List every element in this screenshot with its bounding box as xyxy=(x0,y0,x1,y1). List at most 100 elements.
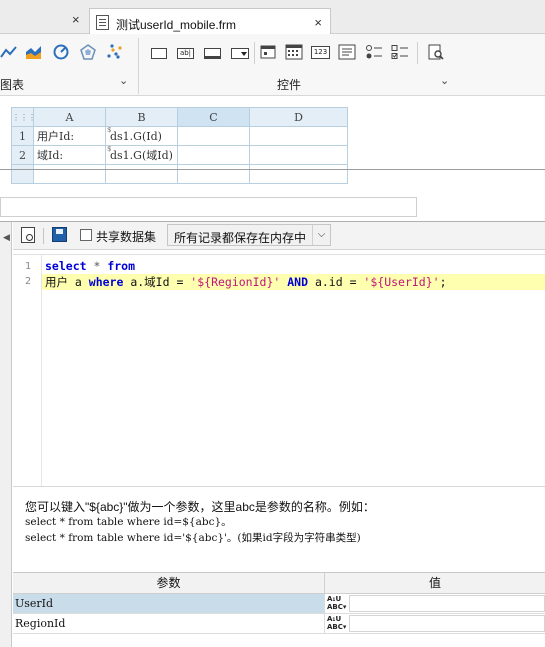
radar-chart-icon[interactable] xyxy=(79,44,97,60)
scatter-chart-icon[interactable] xyxy=(106,44,124,60)
search-widget-icon[interactable] xyxy=(427,44,445,60)
code-token: from xyxy=(107,259,136,273)
type-badge-bottom: ABC▾ xyxy=(327,623,347,631)
calendar-icon[interactable] xyxy=(285,44,303,60)
grid-cell-b2[interactable]: $ ds1.G(域Id) xyxy=(105,145,178,165)
textbox-icon[interactable] xyxy=(204,48,221,59)
tab-title: 测试userId_mobile.frm xyxy=(116,18,237,32)
param-row[interactable]: UserId A₁U ABC▾ xyxy=(13,594,545,614)
grid-cell-d1[interactable] xyxy=(249,126,348,146)
ribbon-group-divider xyxy=(138,38,139,94)
type-badge-top: A₁U xyxy=(327,615,342,623)
formula-mark-icon: $ xyxy=(107,126,112,135)
checkbox-group-icon[interactable] xyxy=(391,44,409,60)
tab-close-button[interactable]: × xyxy=(314,15,322,30)
storage-mode-select[interactable]: 所有记录都保存在内存中 ⌵ xyxy=(167,224,331,246)
text-type-icon[interactable]: A₁U ABC▾ xyxy=(327,615,347,633)
line-number-gutter: 12 xyxy=(13,255,42,487)
dialog-top-border xyxy=(0,169,545,170)
chart-group-expand-icon[interactable]: ⌄ xyxy=(119,74,128,87)
grid-cell[interactable] xyxy=(105,164,178,184)
dataset-name-input[interactable] xyxy=(0,197,417,217)
controls-group-expand-icon[interactable]: ⌄ xyxy=(440,74,449,87)
column-header-selected[interactable]: C xyxy=(177,107,250,127)
grid-cell-d2[interactable] xyxy=(249,145,348,165)
controls-group-label: 控件 xyxy=(277,78,302,92)
dropdown-icon[interactable] xyxy=(231,48,249,59)
ribbon-separator xyxy=(254,42,255,64)
formula-mark-icon: $ xyxy=(107,145,112,154)
code-token: select xyxy=(45,259,87,273)
grid-cell[interactable] xyxy=(177,164,250,184)
number-icon[interactable]: 123 xyxy=(311,46,330,59)
code-line[interactable]: 用户 a where a.域Id = '${RegionId}' AND a.i… xyxy=(42,274,545,290)
area-chart-icon[interactable] xyxy=(25,44,43,60)
parameter-help-panel: 您可以键入"${abc}"做为一个参数，这里abc是参数的名称。例如： sele… xyxy=(13,486,545,572)
code-line[interactable]: select * from xyxy=(45,259,135,273)
grid-cell-a2[interactable]: 域Id: xyxy=(33,145,106,165)
document-tab-bar: × 测试userId_mobile.frm × xyxy=(0,0,545,35)
grid-cell[interactable] xyxy=(33,164,106,184)
previous-tab-close-button[interactable]: × xyxy=(72,13,80,27)
line-number: 1 xyxy=(24,261,31,272)
code-token: 用户 a xyxy=(45,275,89,289)
code-token: * xyxy=(86,259,108,273)
ribbon-separator xyxy=(417,42,418,64)
report-grid: ⋮⋮⋮ A B C D 1 用户Id: $ ds1.G(Id) 2 域Id: $… xyxy=(11,107,348,184)
param-value-header[interactable]: 值 xyxy=(325,573,545,594)
grid-corner[interactable]: ⋮⋮⋮ xyxy=(11,107,34,127)
code-token: '${RegionId}' xyxy=(190,275,281,289)
chart-group-label: 图表 xyxy=(0,78,25,92)
radio-group-icon[interactable] xyxy=(365,44,383,60)
code-token: a.id = xyxy=(308,275,364,289)
help-example-line: select * from table where id='${abc}'。(如… xyxy=(25,532,361,544)
param-value-input[interactable] xyxy=(349,615,545,632)
column-header[interactable]: D xyxy=(249,107,348,127)
grid-cell-c1[interactable] xyxy=(177,126,250,146)
type-badge-top: A₁U xyxy=(327,595,342,603)
text-type-icon[interactable]: A₁U ABC▾ xyxy=(327,595,347,613)
gauge-chart-icon[interactable] xyxy=(52,44,70,60)
save-icon[interactable] xyxy=(52,227,67,242)
column-header[interactable]: A xyxy=(33,107,106,127)
param-name-cell[interactable]: RegionId xyxy=(13,614,325,633)
share-dataset-checkbox[interactable] xyxy=(80,229,92,241)
preview-icon[interactable] xyxy=(21,227,35,243)
grid-cell-b1[interactable]: $ ds1.G(Id) xyxy=(105,126,178,146)
row-header[interactable]: 1 xyxy=(11,126,34,146)
text-area-icon[interactable] xyxy=(338,44,356,60)
dialog-side-strip: ◀ xyxy=(0,222,12,647)
column-header[interactable]: B xyxy=(105,107,178,127)
help-example-line: select * from table where id=${abc}。 xyxy=(25,516,232,528)
param-name-header[interactable]: 参数 xyxy=(13,573,325,594)
code-token: where xyxy=(88,275,124,289)
code-token: a.域Id = xyxy=(123,275,191,289)
param-value-input[interactable] xyxy=(349,595,545,612)
toolbar-separator xyxy=(43,228,44,244)
share-dataset-label: 共享数据集 xyxy=(96,230,157,244)
collapse-arrow-icon[interactable]: ◀ xyxy=(3,232,10,243)
line-number: 2 xyxy=(24,276,31,287)
param-row[interactable]: RegionId A₁U ABC▾ xyxy=(13,614,545,634)
form-file-icon xyxy=(96,15,109,30)
date-icon[interactable] xyxy=(259,44,277,60)
bar-chart-icon[interactable] xyxy=(0,44,18,60)
help-text-line: 您可以键入"${abc}"做为一个参数，这里abc是参数的名称。例如： xyxy=(25,500,375,514)
tab-active-document[interactable]: 测试userId_mobile.frm × xyxy=(89,8,331,35)
storage-mode-value: 所有记录都保存在内存中 xyxy=(174,231,307,245)
grid-cell[interactable] xyxy=(249,164,348,184)
text-field-icon[interactable]: ab| xyxy=(177,48,194,59)
row-header[interactable]: 2 xyxy=(11,145,34,165)
chevron-down-icon[interactable]: ⌵ xyxy=(312,225,330,245)
row-header[interactable] xyxy=(11,164,34,184)
grid-cell-a1[interactable]: 用户Id: xyxy=(33,126,106,146)
code-token: '${UserId}' xyxy=(363,275,440,289)
cell-formula-text: ds1.G(域Id) xyxy=(110,149,173,162)
param-name-cell[interactable]: UserId xyxy=(13,594,325,613)
grid-cell-c2[interactable] xyxy=(177,145,250,165)
type-badge-bottom: ABC▾ xyxy=(327,603,347,611)
label-control-icon[interactable] xyxy=(151,48,167,59)
code-token: ; xyxy=(439,275,447,289)
parameter-table: 参数 值 UserId A₁U ABC▾ RegionId A₁U ABC▾ xyxy=(13,572,545,647)
sql-editor[interactable]: 12 select * from 用户 a where a.域Id = '${Re… xyxy=(13,254,545,487)
